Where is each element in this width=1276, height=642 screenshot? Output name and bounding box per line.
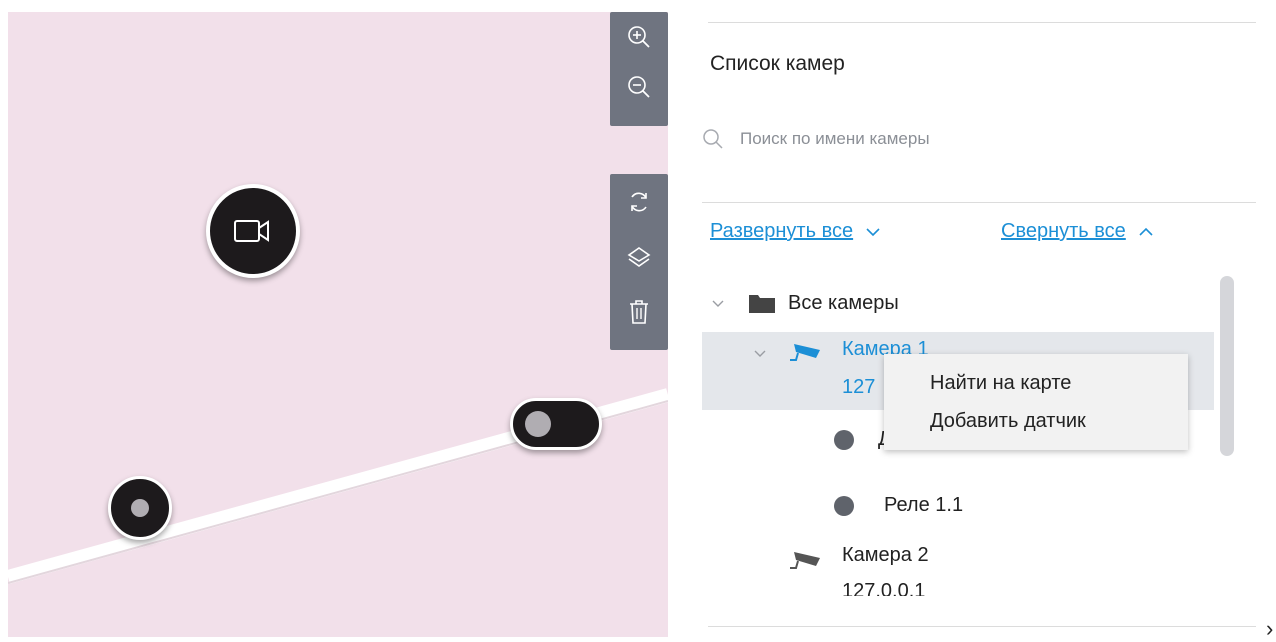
- zoom-out-button[interactable]: [610, 62, 668, 112]
- chevron-down-icon: [866, 227, 880, 236]
- camera-address: 127.0.0.1: [842, 580, 926, 596]
- search-box[interactable]: [702, 128, 1142, 150]
- trash-icon: [630, 299, 648, 324]
- relay-marker[interactable]: [510, 398, 602, 450]
- map-road: [8, 388, 668, 584]
- sensor-dot: [131, 499, 149, 517]
- divider: [702, 202, 1256, 203]
- collapse-all-link[interactable]: Свернуть все: [1001, 220, 1154, 243]
- tree-row-all-cameras[interactable]: Все камеры: [702, 284, 1214, 324]
- search-input[interactable]: [738, 128, 1142, 150]
- chevron-right-icon[interactable]: ›: [1266, 616, 1273, 642]
- zoom-toolbar: [610, 12, 668, 126]
- tree-scrollbar[interactable]: [1220, 276, 1234, 456]
- video-camera-icon: [234, 220, 269, 242]
- chevron-down-icon[interactable]: [754, 350, 766, 358]
- panel-title: Список камер: [710, 52, 845, 75]
- chevron-up-icon: [1139, 227, 1153, 236]
- sensor-marker[interactable]: [108, 476, 172, 540]
- divider: [708, 626, 1256, 627]
- zoom-out-icon: [628, 76, 650, 98]
- refresh-button[interactable]: [610, 174, 668, 229]
- refresh-icon: [631, 192, 647, 211]
- tree-row-camera-2[interactable]: Камера 2 127.0.0.1: [702, 538, 1214, 596]
- expand-all-link[interactable]: Развернуть все: [710, 220, 881, 243]
- camera-address: 127: [842, 376, 876, 398]
- menu-item-find-on-map[interactable]: Найти на карте: [930, 372, 1071, 395]
- search-icon: [703, 129, 723, 149]
- layers-button[interactable]: [610, 229, 668, 284]
- zoom-in-icon: [628, 26, 650, 48]
- camera-name: Камера 2: [842, 544, 929, 566]
- map-actions-toolbar: [610, 174, 668, 350]
- chevron-down-icon[interactable]: [712, 300, 724, 308]
- zoom-in-button[interactable]: [610, 12, 668, 62]
- collapse-all-label: Свернуть все: [1001, 220, 1126, 242]
- menu-item-add-sensor[interactable]: Добавить датчик: [930, 410, 1086, 433]
- context-menu: Найти на карте Добавить датчик: [884, 354, 1188, 450]
- camera-list-panel: Список камер Развернуть все Свернуть все: [668, 0, 1258, 637]
- delete-button[interactable]: [610, 284, 668, 339]
- expand-all-label: Развернуть все: [710, 220, 854, 242]
- camera-marker[interactable]: [206, 184, 300, 278]
- divider: [708, 22, 1256, 23]
- tree-item-label: Реле 1.1: [884, 494, 964, 516]
- folder-icon: [749, 295, 775, 313]
- tree-item-label: Все камеры: [788, 292, 899, 314]
- layers-icon: [627, 246, 651, 267]
- sensor-status-icon: [834, 430, 854, 450]
- cctv-camera-icon: [790, 552, 820, 569]
- map-canvas[interactable]: [8, 12, 668, 637]
- relay-dot: [525, 411, 551, 437]
- cctv-camera-icon: [790, 344, 820, 361]
- relay-status-icon: [834, 496, 854, 516]
- tree-row-relay[interactable]: Реле 1.1: [702, 486, 1214, 530]
